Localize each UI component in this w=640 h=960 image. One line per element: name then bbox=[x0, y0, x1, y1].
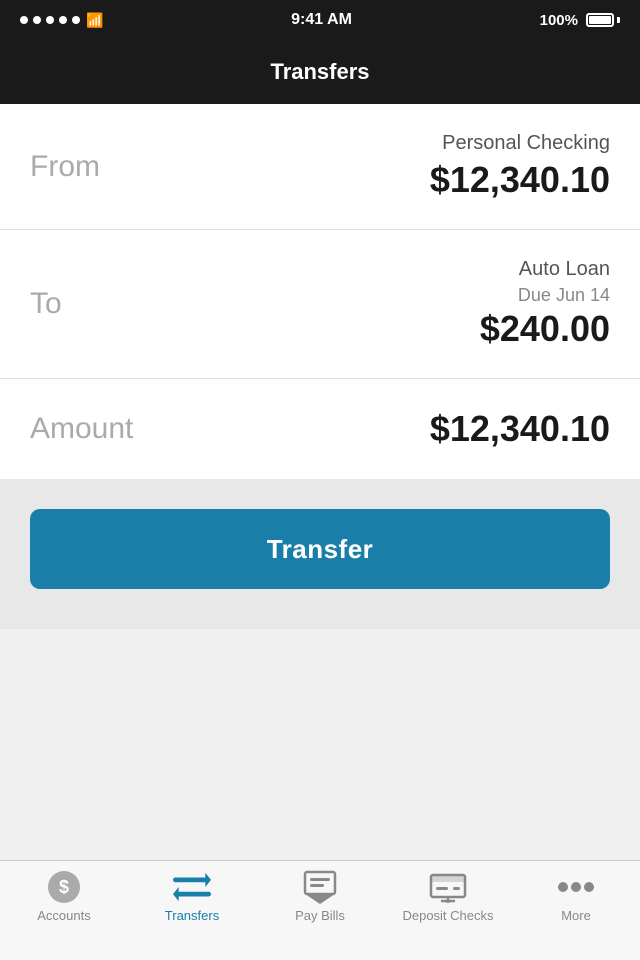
battery-percent: 100% bbox=[540, 12, 578, 29]
more-icon bbox=[557, 871, 595, 903]
tab-paybills[interactable]: Pay Bills bbox=[256, 871, 384, 923]
tab-accounts-label: Accounts bbox=[37, 908, 90, 923]
main-content: From Personal Checking $12,340.10 To Aut… bbox=[0, 104, 640, 479]
to-value: Auto Loan Due Jun 14 $240.00 bbox=[480, 258, 610, 350]
transfers-icon bbox=[173, 871, 211, 903]
transfer-button[interactable]: Transfer bbox=[30, 509, 610, 589]
tab-more[interactable]: More bbox=[512, 871, 640, 923]
status-bar: 📶 9:41 AM 100% bbox=[0, 0, 640, 40]
status-left: 📶 bbox=[20, 12, 103, 29]
from-row[interactable]: From Personal Checking $12,340.10 bbox=[0, 104, 640, 230]
wifi-icon: 📶 bbox=[86, 12, 103, 29]
tab-depositchecks[interactable]: Deposit Checks bbox=[384, 871, 512, 923]
button-area: Transfer bbox=[0, 479, 640, 629]
tab-depositchecks-label: Deposit Checks bbox=[402, 908, 493, 923]
battery-icon bbox=[586, 13, 620, 27]
to-account-name: Auto Loan bbox=[480, 258, 610, 281]
to-label: To bbox=[30, 287, 62, 321]
tab-paybills-label: Pay Bills bbox=[295, 908, 345, 923]
tab-transfers-label: Transfers bbox=[165, 908, 219, 923]
to-row[interactable]: To Auto Loan Due Jun 14 $240.00 bbox=[0, 230, 640, 379]
to-amount: $240.00 bbox=[480, 308, 610, 350]
from-value: Personal Checking $12,340.10 bbox=[430, 132, 610, 201]
to-due-date: Due Jun 14 bbox=[480, 285, 610, 306]
accounts-icon: $ bbox=[45, 871, 83, 903]
svg-text:$: $ bbox=[59, 877, 69, 897]
depositchecks-icon bbox=[429, 871, 467, 903]
page-title: Transfers bbox=[270, 59, 369, 85]
tab-more-label: More bbox=[561, 908, 591, 923]
tab-accounts[interactable]: $ Accounts bbox=[0, 871, 128, 923]
amount-row[interactable]: Amount $12,340.10 bbox=[0, 379, 640, 479]
status-right: 100% bbox=[540, 12, 620, 29]
amount-label: Amount bbox=[30, 412, 133, 446]
paybills-icon bbox=[301, 871, 339, 903]
from-label: From bbox=[30, 150, 100, 184]
amount-value: $12,340.10 bbox=[430, 408, 610, 450]
nav-header: Transfers bbox=[0, 40, 640, 104]
status-time: 9:41 AM bbox=[291, 11, 352, 29]
from-account-name: Personal Checking bbox=[430, 132, 610, 155]
from-amount: $12,340.10 bbox=[430, 159, 610, 201]
tab-transfers[interactable]: Transfers bbox=[128, 871, 256, 923]
tab-bar: $ Accounts Transfers Pay Bills bbox=[0, 860, 640, 960]
signal-dots bbox=[20, 16, 80, 24]
